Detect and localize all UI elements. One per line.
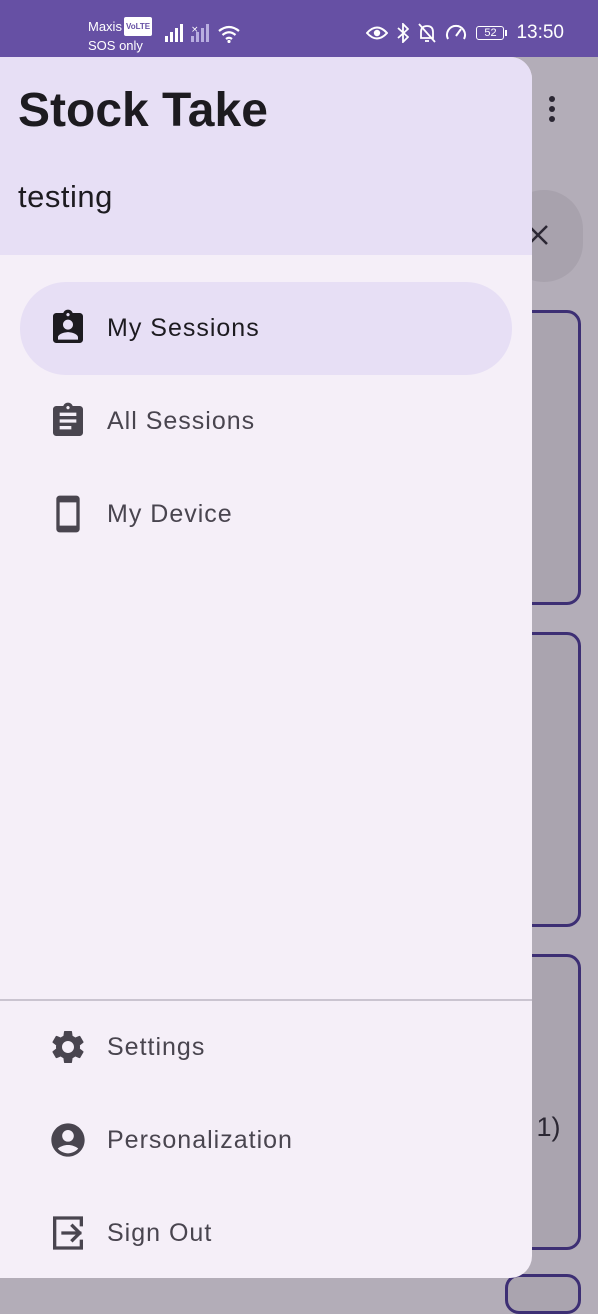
nav-label-personalization: Personalization <box>107 1126 293 1154</box>
nav-item-personalization[interactable]: Personalization <box>20 1094 512 1187</box>
svg-text:×: × <box>191 25 199 35</box>
notifications-off-icon <box>418 23 437 43</box>
wifi-icon <box>218 25 240 43</box>
nav-item-my-sessions[interactable]: My Sessions <box>20 282 512 375</box>
nav-item-all-sessions[interactable]: All Sessions <box>20 375 512 468</box>
smartphone-icon <box>56 495 80 533</box>
user-name: testing <box>18 179 113 214</box>
carrier-name: Maxis <box>88 19 122 34</box>
signal-icon <box>165 24 183 42</box>
battery-level: 52 <box>476 26 505 40</box>
carrier-info: Maxis VoLTE SOS only <box>88 17 153 55</box>
drawer-header: Stock Take testing <box>0 57 532 255</box>
signal-off-icon: × <box>191 24 209 42</box>
app-title: Stock Take <box>18 84 268 137</box>
battery-tip <box>505 30 508 36</box>
more-vert-icon[interactable] <box>545 95 559 125</box>
nav-label-my-device: My Device <box>107 500 233 528</box>
bluetooth-icon <box>397 23 410 43</box>
gear-icon <box>52 1031 84 1063</box>
assignment-icon <box>53 402 83 436</box>
sign-out-icon <box>53 1216 83 1250</box>
nav-item-sign-out[interactable]: Sign Out <box>20 1187 512 1278</box>
nav-label-sign-out: Sign Out <box>107 1219 213 1247</box>
nav-label-settings: Settings <box>107 1033 206 1061</box>
nav-label-my-sessions: My Sessions <box>107 314 260 342</box>
nav-label-all-sessions: All Sessions <box>107 407 256 435</box>
eye-icon <box>366 26 389 40</box>
clock: 13:50 <box>516 22 564 43</box>
account-circle-icon <box>51 1123 85 1157</box>
nav-item-my-device[interactable]: My Device <box>20 468 512 561</box>
speedometer-icon <box>446 24 467 40</box>
status-bar: Maxis VoLTE SOS only × 52 13:50 <box>0 0 598 57</box>
navigation-drawer: Stock Take testing My Sessions All Sessi… <box>0 57 532 1278</box>
status-icons: 52 13:50 <box>366 22 564 44</box>
volte-badge: VoLTE <box>123 17 153 36</box>
battery-indicator: 52 <box>476 26 508 40</box>
network-status: SOS only <box>88 38 143 53</box>
nav-item-settings[interactable]: Settings <box>20 1001 512 1094</box>
background-card[interactable] <box>505 1274 581 1314</box>
assignment-ind-icon <box>53 309 83 343</box>
